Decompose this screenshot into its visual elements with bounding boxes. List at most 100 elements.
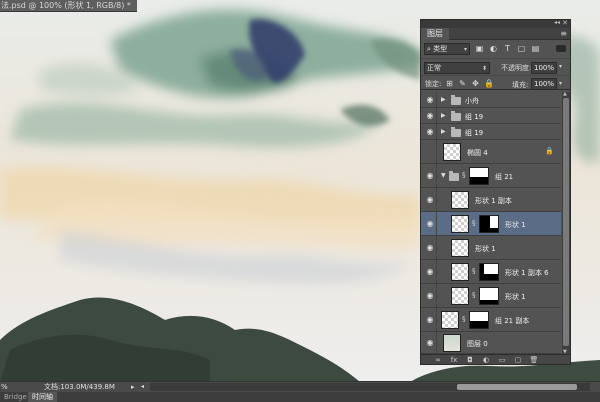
chevron-updown-icon: ⬍	[481, 65, 487, 72]
layer-row[interactable]: ◉ § 组 21 副本	[421, 308, 561, 332]
layer-row[interactable]: ◉ 形状 1 副本	[421, 188, 561, 212]
panel-menu-icon[interactable]: ≡	[560, 29, 567, 38]
visibility-cell[interactable]: ◉	[421, 284, 437, 307]
layer-row[interactable]: ◉ ▶ 组 19	[421, 124, 561, 140]
eye-icon[interactable]: ◉	[425, 95, 435, 105]
lock-all-icon[interactable]: 🔒	[484, 79, 494, 88]
close-icon[interactable]: ✕	[562, 19, 568, 27]
chevron-down-icon[interactable]: ▼	[441, 172, 446, 179]
opacity-dropdown-icon[interactable]: ▾	[559, 63, 562, 70]
fill-label: 填充:	[512, 81, 529, 89]
eye-icon[interactable]: ◉	[425, 338, 435, 348]
layer-name: 组 21 副本	[495, 317, 530, 325]
filter-type-label: 类型	[433, 45, 448, 53]
panel-title-bar[interactable]: ◂◂ ✕	[421, 19, 570, 28]
play-icon[interactable]: ◂	[141, 382, 144, 392]
layer-row[interactable]: ◉ ▼ § 组 21	[421, 164, 561, 188]
chevron-down-icon: ▾	[463, 46, 467, 53]
lock-paint-icon[interactable]: ✎	[458, 79, 467, 88]
layer-thumbnail	[443, 143, 461, 161]
filter-type-select[interactable]: ⌕ 类型 ▾	[424, 43, 470, 55]
filter-toggle[interactable]	[556, 45, 566, 52]
fill-dropdown-icon[interactable]: ▾	[559, 80, 562, 87]
eye-icon[interactable]: ◉	[425, 195, 435, 205]
layer-row-selected[interactable]: ◉ § 形状 1	[421, 212, 561, 236]
folder-open-icon	[449, 171, 459, 181]
visibility-cell[interactable]: ◉	[421, 260, 437, 283]
opacity-input[interactable]: 100%	[531, 62, 557, 74]
smart-object-filter-icon[interactable]: ▤	[531, 44, 540, 53]
lock-transparent-icon[interactable]: ⊞	[445, 79, 454, 88]
layer-row[interactable]: ◉ ▶ 小舟	[421, 92, 561, 108]
fx-icon[interactable]: fx	[449, 355, 459, 365]
eye-icon[interactable]: ◉	[425, 171, 435, 181]
chevron-right-icon[interactable]: ▶	[441, 128, 446, 135]
scrollbar-thumb[interactable]	[457, 384, 577, 390]
zoom-level[interactable]: %	[1, 382, 8, 392]
image-filter-icon[interactable]: ▣	[475, 44, 484, 53]
layer-row[interactable]: ◉ § 形状 1 副本 6	[421, 260, 561, 284]
visibility-cell[interactable]: ◉	[421, 164, 437, 187]
new-group-icon[interactable]: ▭	[497, 355, 507, 365]
adjustment-filter-icon[interactable]: ◐	[489, 44, 498, 53]
eye-icon[interactable]: ◉	[425, 291, 435, 301]
chevron-right-icon[interactable]: ▶	[441, 96, 446, 103]
layer-name: 形状 1	[505, 293, 526, 301]
shape-filter-icon[interactable]: ▢	[517, 44, 526, 53]
visibility-cell[interactable]: ◉	[421, 236, 437, 259]
visibility-cell[interactable]: ◉	[421, 124, 437, 139]
eye-icon[interactable]: ◉	[425, 219, 435, 229]
blend-mode-select[interactable]: 正常 ⬍	[424, 62, 490, 74]
type-filter-icon[interactable]: T	[503, 44, 512, 53]
eye-icon[interactable]: ◉	[425, 127, 435, 137]
document-tab[interactable]: 法.psd @ 100% (形状 1, RGB/8) *	[0, 0, 137, 12]
layer-name: 椭圆 4	[467, 149, 488, 157]
chevron-right-icon[interactable]: ▶	[441, 112, 446, 119]
lock-move-icon[interactable]: ✥	[471, 79, 480, 88]
link-layers-icon[interactable]: ∞	[433, 355, 443, 365]
layer-mask-thumbnail	[479, 287, 499, 305]
layer-name: 组 21	[495, 173, 514, 181]
layer-name: 图层 0	[467, 340, 488, 348]
layer-mask-thumbnail	[469, 311, 489, 329]
visibility-cell[interactable]: ◉	[421, 308, 437, 331]
layer-row[interactable]: ◉ ▶ 组 19	[421, 108, 561, 124]
visibility-cell[interactable]: ◉	[421, 92, 437, 107]
info-menu-icon[interactable]: ▸	[131, 382, 135, 392]
new-layer-icon[interactable]: ▢	[513, 355, 523, 365]
horizontal-scrollbar[interactable]	[150, 383, 590, 391]
add-mask-icon[interactable]: ◘	[465, 355, 475, 365]
adjustment-layer-icon[interactable]: ◐	[481, 355, 491, 365]
blend-row: 正常 ⬍ 不透明度: 100% ▾	[421, 58, 570, 74]
layer-row[interactable]: ◉ 形状 1	[421, 236, 561, 260]
layer-row[interactable]: 椭圆 4 🔒	[421, 140, 561, 164]
visibility-cell[interactable]: ◉	[421, 188, 437, 211]
lock-icon: 🔒	[545, 147, 554, 155]
visibility-cell[interactable]: ◉	[421, 108, 437, 123]
tab-bridge[interactable]: Bridge	[0, 392, 31, 402]
eye-icon[interactable]: ◉	[425, 243, 435, 253]
eye-icon[interactable]: ◉	[425, 267, 435, 277]
layer-list-scrollbar[interactable]: ▲ ▼	[562, 91, 570, 355]
tab-timeline[interactable]: 时间轴	[28, 392, 57, 402]
scroll-up-icon[interactable]: ▲	[563, 91, 567, 97]
layer-row[interactable]: ◉ § 形状 1	[421, 284, 561, 308]
link-icon: §	[472, 219, 476, 227]
visibility-cell[interactable]: ◉	[421, 212, 437, 235]
lock-row: 锁定: ⊞ ✎ ✥ 🔒 填充: 100% ▾	[421, 75, 570, 90]
eye-icon[interactable]: ◉	[425, 111, 435, 121]
panel-footer: ∞ fx ◘ ◐ ▭ ▢ 🗑	[421, 354, 570, 364]
layer-row[interactable]: ◉ 图层 0	[421, 332, 561, 354]
collapse-icon[interactable]: ◂◂	[554, 19, 560, 26]
fill-input[interactable]: 100%	[531, 78, 557, 90]
layer-name: 组 19	[465, 129, 484, 137]
trash-icon[interactable]: 🗑	[529, 355, 539, 365]
tab-layers[interactable]: 图层	[421, 28, 449, 40]
opacity-label: 不透明度:	[501, 64, 532, 72]
visibility-cell[interactable]	[421, 140, 437, 163]
layer-name: 形状 1	[475, 245, 496, 253]
layer-thumbnail	[451, 239, 469, 257]
eye-icon[interactable]: ◉	[425, 315, 435, 325]
scrollbar-thumb[interactable]	[563, 98, 569, 346]
visibility-cell[interactable]: ◉	[421, 332, 437, 353]
